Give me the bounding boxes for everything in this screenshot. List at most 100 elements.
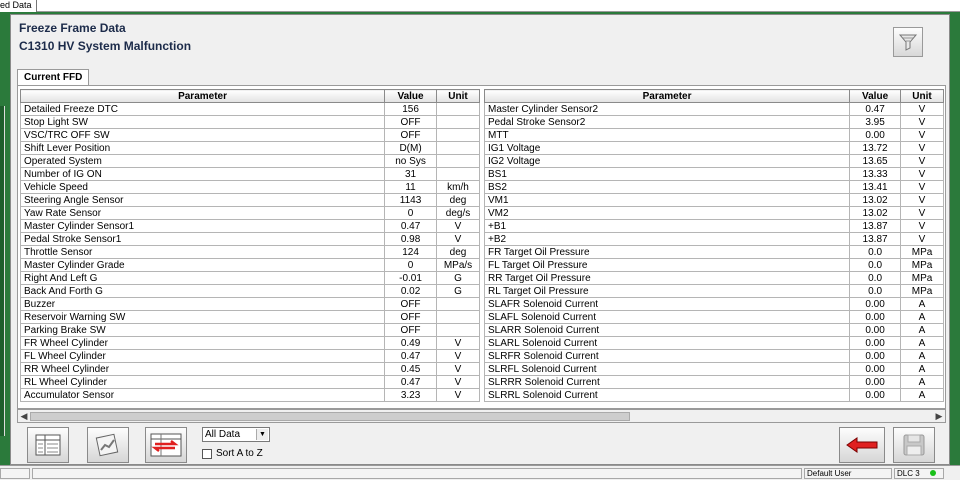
cell-parameter: Throttle Sensor xyxy=(19,245,386,259)
tab-current-ffd[interactable]: Current FFD xyxy=(17,69,90,85)
cell-parameter: SLARL Solenoid Current xyxy=(483,336,851,350)
cell-parameter: VSC/TRC OFF SW xyxy=(19,128,386,142)
table-row[interactable]: Throttle Sensor 124 deg xyxy=(19,245,480,259)
cell-parameter: SLRRL Solenoid Current xyxy=(483,388,851,402)
table-row[interactable]: Steering Angle Sensor 1143 deg xyxy=(19,193,480,207)
table-row[interactable]: SLRFR Solenoid Current 0.00 A xyxy=(483,349,944,363)
cell-unit: A xyxy=(900,323,944,337)
table-row[interactable]: RL Target Oil Pressure 0.0 MPa xyxy=(483,284,944,298)
cell-unit: V xyxy=(900,232,944,246)
cell-unit: A xyxy=(900,336,944,350)
table-row[interactable]: +B2 13.87 V xyxy=(483,232,944,246)
table-row[interactable]: Pedal Stroke Sensor1 0.98 V xyxy=(19,232,480,246)
table-row[interactable]: Master Cylinder Sensor1 0.47 V xyxy=(19,219,480,233)
cell-value: 0.00 xyxy=(849,310,902,324)
table-row[interactable]: SLRRL Solenoid Current 0.00 A xyxy=(483,388,944,402)
cell-parameter: Parking Brake SW xyxy=(19,323,386,337)
filter-button[interactable] xyxy=(893,27,923,57)
table-row[interactable]: Vehicle Speed 11 km/h xyxy=(19,180,480,194)
table-row[interactable]: Pedal Stroke Sensor2 3.95 V xyxy=(483,115,944,129)
save-button[interactable] xyxy=(893,427,935,463)
table-row[interactable]: Buzzer OFF xyxy=(19,297,480,311)
table-row[interactable]: VSC/TRC OFF SW OFF xyxy=(19,128,480,142)
cell-unit xyxy=(436,297,480,311)
column-header-value[interactable]: Value xyxy=(384,89,438,103)
table-row[interactable]: +B1 13.87 V xyxy=(483,219,944,233)
table-row[interactable]: FR Wheel Cylinder 0.49 V xyxy=(19,336,480,350)
table-row[interactable]: IG2 Voltage 13.65 V xyxy=(483,154,944,168)
table-row[interactable]: FL Wheel Cylinder 0.47 V xyxy=(19,349,480,363)
table-row[interactable]: SLARL Solenoid Current 0.00 A xyxy=(483,336,944,350)
table-row[interactable]: Reservoir Warning SW OFF xyxy=(19,310,480,324)
sort-option[interactable]: Sort A to Z xyxy=(202,448,263,459)
connection-led-icon xyxy=(930,470,936,476)
cell-value: 11 xyxy=(384,180,438,194)
table-row[interactable]: Number of IG ON 31 xyxy=(19,167,480,181)
cell-value: OFF xyxy=(384,115,438,129)
table-row[interactable]: SLRFL Solenoid Current 0.00 A xyxy=(483,362,944,376)
data-list-button[interactable] xyxy=(27,427,69,463)
cell-parameter: Right And Left G xyxy=(19,271,386,285)
scrollbar-thumb[interactable] xyxy=(30,412,630,421)
cell-unit: A xyxy=(900,297,944,311)
table-row[interactable]: Detailed Freeze DTC 156 xyxy=(19,102,480,116)
table-row[interactable]: BS2 13.41 V xyxy=(483,180,944,194)
column-header-parameter[interactable]: Parameter xyxy=(483,89,851,103)
cell-unit: V xyxy=(436,219,480,233)
table-row[interactable]: Master Cylinder Sensor2 0.47 V xyxy=(483,102,944,116)
table-row[interactable]: Back And Forth G 0.02 G xyxy=(19,284,480,298)
table-row[interactable]: Stop Light SW OFF xyxy=(19,115,480,129)
cell-unit: MPa xyxy=(900,258,944,272)
column-header-parameter[interactable]: Parameter xyxy=(19,89,386,103)
table-row[interactable]: VM2 13.02 V xyxy=(483,206,944,220)
table-row[interactable]: SLAFR Solenoid Current 0.00 A xyxy=(483,297,944,311)
table-row[interactable]: SLAFL Solenoid Current 0.00 A xyxy=(483,310,944,324)
cell-unit: MPa xyxy=(900,271,944,285)
table-row[interactable]: SLARR Solenoid Current 0.00 A xyxy=(483,323,944,337)
sort-checkbox[interactable] xyxy=(202,448,212,459)
cell-parameter: Steering Angle Sensor xyxy=(19,193,386,207)
column-header-value[interactable]: Value xyxy=(849,89,902,103)
table-row[interactable]: MTT 0.00 V xyxy=(483,128,944,142)
column-header-unit[interactable]: Unit xyxy=(436,89,480,103)
cell-value: 0.47 xyxy=(384,349,438,363)
table-row[interactable]: BS1 13.33 V xyxy=(483,167,944,181)
cell-parameter: SLRFL Solenoid Current xyxy=(483,362,851,376)
data-filter-select[interactable]: All Data ▼ xyxy=(202,427,270,442)
table-row[interactable]: Yaw Rate Sensor 0 deg/s xyxy=(19,206,480,220)
table-row[interactable]: Accumulator Sensor 3.23 V xyxy=(19,388,480,402)
right-data-table: Parameter Value Unit Master Cylinder Sen… xyxy=(483,89,944,402)
back-button[interactable] xyxy=(839,427,885,463)
scroll-left-icon[interactable]: ◀ xyxy=(18,410,30,422)
table-row[interactable]: Operated System no Sys xyxy=(19,154,480,168)
graph-button[interactable] xyxy=(87,427,129,463)
cell-value: 0.00 xyxy=(849,362,902,376)
table-row[interactable]: RR Target Oil Pressure 0.0 MPa xyxy=(483,271,944,285)
swap-view-button[interactable] xyxy=(145,427,187,463)
graph-sheet-icon xyxy=(95,433,119,457)
cell-unit: V xyxy=(900,206,944,220)
column-header-unit[interactable]: Unit xyxy=(900,89,944,103)
cell-value: 0 xyxy=(384,206,438,220)
table-row[interactable]: FR Target Oil Pressure 0.0 MPa xyxy=(483,245,944,259)
table-row[interactable]: VM1 13.02 V xyxy=(483,193,944,207)
table-row[interactable]: RR Wheel Cylinder 0.45 V xyxy=(19,362,480,376)
table-row[interactable]: IG1 Voltage 13.72 V xyxy=(483,141,944,155)
scroll-right-icon[interactable]: ▶ xyxy=(933,410,945,422)
cell-value: 0.49 xyxy=(384,336,438,350)
table-row[interactable]: Right And Left G -0.01 G xyxy=(19,271,480,285)
cell-parameter: BS1 xyxy=(483,167,851,181)
table-row[interactable]: Master Cylinder Grade 0 MPa/s xyxy=(19,258,480,272)
horizontal-scrollbar[interactable]: ◀ ▶ xyxy=(17,409,946,423)
table-row[interactable]: RL Wheel Cylinder 0.47 V xyxy=(19,375,480,389)
top-tab[interactable]: ed Data xyxy=(0,0,37,12)
table-row[interactable]: Parking Brake SW OFF xyxy=(19,323,480,337)
table-row[interactable]: FL Target Oil Pressure 0.0 MPa xyxy=(483,258,944,272)
cell-unit: G xyxy=(436,284,480,298)
cell-parameter: Buzzer xyxy=(19,297,386,311)
table-row[interactable]: SLRRR Solenoid Current 0.00 A xyxy=(483,375,944,389)
cell-parameter: SLAFL Solenoid Current xyxy=(483,310,851,324)
chevron-down-icon[interactable]: ▼ xyxy=(256,429,268,440)
cell-unit xyxy=(436,115,480,129)
table-row[interactable]: Shift Lever Position D(M) xyxy=(19,141,480,155)
